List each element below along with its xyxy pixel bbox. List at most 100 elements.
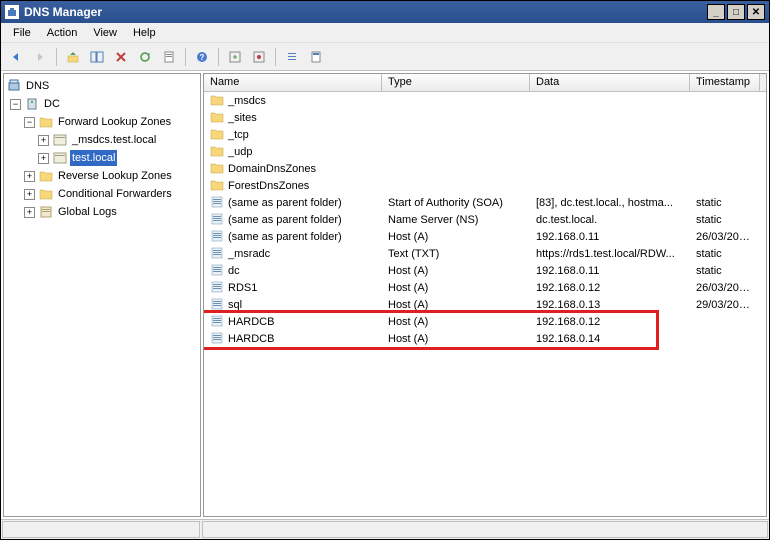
cell-timestamp: static bbox=[690, 248, 760, 260]
tree-pane[interactable]: DNS − DC − Forward Lookup Zones + _msdcs… bbox=[3, 73, 201, 517]
window-title: DNS Manager bbox=[24, 5, 707, 19]
cell-type: Text (TXT) bbox=[382, 248, 530, 260]
folder-icon bbox=[38, 115, 53, 129]
cell-type: Host (A) bbox=[382, 265, 530, 277]
minimize-button[interactable]: _ bbox=[707, 4, 725, 20]
tree-rlz-label: Reverse Lookup Zones bbox=[56, 168, 174, 184]
list-row[interactable]: _tcp bbox=[204, 126, 766, 143]
folder-icon bbox=[210, 145, 225, 159]
cell-type: Host (A) bbox=[382, 333, 530, 345]
cell-timestamp: 26/03/2013 : bbox=[690, 282, 760, 294]
menu-action[interactable]: Action bbox=[39, 25, 86, 41]
list-row[interactable]: (same as parent folder) Name Server (NS)d… bbox=[204, 211, 766, 228]
list-row[interactable]: HARDCBHost (A)192.168.0.12 bbox=[204, 313, 766, 330]
maximize-button[interactable]: □ bbox=[727, 4, 745, 20]
tree-zone2-label: test.local bbox=[70, 150, 117, 166]
cell-name: (same as parent folder) bbox=[228, 197, 342, 209]
app-icon bbox=[5, 5, 19, 19]
tree-cf[interactable]: + Conditional Forwarders bbox=[4, 185, 200, 203]
folder-icon bbox=[210, 162, 225, 176]
expand-icon[interactable]: + bbox=[24, 189, 35, 200]
tree-zone-msdcs[interactable]: + _msdcs.test.local bbox=[4, 131, 200, 149]
cell-name: HARDCB bbox=[228, 333, 274, 345]
collapse-icon[interactable]: − bbox=[24, 117, 35, 128]
tree-server-label: DC bbox=[42, 96, 62, 112]
menu-help[interactable]: Help bbox=[125, 25, 164, 41]
cell-type: Host (A) bbox=[382, 316, 530, 328]
close-button[interactable]: ✕ bbox=[747, 4, 765, 20]
tree-gl[interactable]: + Global Logs bbox=[4, 203, 200, 221]
back-button[interactable] bbox=[5, 46, 27, 68]
expand-icon[interactable]: + bbox=[24, 171, 35, 182]
list-row[interactable]: _sites bbox=[204, 109, 766, 126]
tree-zone-testlocal[interactable]: + test.local bbox=[4, 149, 200, 167]
main-area: DNS − DC − Forward Lookup Zones + _msdcs… bbox=[1, 71, 769, 519]
forward-button[interactable] bbox=[29, 46, 51, 68]
status-cell-left bbox=[2, 521, 200, 538]
expand-icon[interactable]: + bbox=[38, 153, 49, 164]
filter-button[interactable] bbox=[281, 46, 303, 68]
refresh-button[interactable] bbox=[134, 46, 156, 68]
tool-button-1[interactable] bbox=[224, 46, 246, 68]
list-row[interactable]: (same as parent folder)Host (A)192.168.0… bbox=[204, 228, 766, 245]
cell-data: 192.168.0.11 bbox=[530, 231, 690, 243]
list-row[interactable]: HARDCB Host (A)192.168.0.14 bbox=[204, 330, 766, 347]
tree-gl-label: Global Logs bbox=[56, 204, 119, 220]
cell-timestamp: static bbox=[690, 214, 760, 226]
list-row[interactable]: ForestDnsZones bbox=[204, 177, 766, 194]
cell-data: dc.test.local. bbox=[530, 214, 690, 226]
record-icon bbox=[210, 230, 225, 244]
properties-button[interactable] bbox=[305, 46, 327, 68]
export-button[interactable] bbox=[158, 46, 180, 68]
tool-button-2[interactable] bbox=[248, 46, 270, 68]
list-row[interactable]: _msradcText (TXT)https://rds1.test.local… bbox=[204, 245, 766, 262]
zone-icon bbox=[52, 151, 67, 165]
list-row[interactable]: _udp bbox=[204, 143, 766, 160]
cell-name: _tcp bbox=[228, 129, 249, 141]
cell-type: Host (A) bbox=[382, 299, 530, 311]
up-button[interactable] bbox=[62, 46, 84, 68]
expand-icon[interactable]: + bbox=[38, 135, 49, 146]
folder-icon bbox=[210, 128, 225, 142]
help-button[interactable]: ? bbox=[191, 46, 213, 68]
tree-flz[interactable]: − Forward Lookup Zones bbox=[4, 113, 200, 131]
folder-icon bbox=[38, 169, 53, 183]
list-row[interactable]: DomainDnsZones bbox=[204, 160, 766, 177]
list-row[interactable]: _msdcs bbox=[204, 92, 766, 109]
tree-root[interactable]: DNS bbox=[4, 77, 200, 95]
collapse-icon[interactable]: − bbox=[10, 99, 21, 110]
expand-icon[interactable]: + bbox=[24, 207, 35, 218]
cell-name: ForestDnsZones bbox=[228, 180, 309, 192]
list-row[interactable]: RDS1Host (A)192.168.0.1226/03/2013 : bbox=[204, 279, 766, 296]
cell-name: (same as parent folder) bbox=[228, 214, 342, 226]
show-hide-button[interactable] bbox=[86, 46, 108, 68]
status-cell-right bbox=[202, 521, 768, 538]
tree-rlz[interactable]: + Reverse Lookup Zones bbox=[4, 167, 200, 185]
tree-flz-label: Forward Lookup Zones bbox=[56, 114, 173, 130]
cell-name: HARDCB bbox=[228, 316, 274, 328]
col-header-data[interactable]: Data bbox=[530, 74, 690, 91]
toolbar: ? bbox=[1, 43, 769, 71]
col-header-timestamp[interactable]: Timestamp bbox=[690, 74, 760, 91]
tree-server[interactable]: − DC bbox=[4, 95, 200, 113]
separator bbox=[218, 48, 219, 66]
record-icon bbox=[210, 213, 225, 227]
col-header-type[interactable]: Type bbox=[382, 74, 530, 91]
list-row[interactable]: dcHost (A)192.168.0.11static bbox=[204, 262, 766, 279]
menu-view[interactable]: View bbox=[85, 25, 125, 41]
cell-data: [83], dc.test.local., hostma... bbox=[530, 197, 690, 209]
folder-icon bbox=[38, 187, 53, 201]
list-row[interactable]: (same as parent folder)Start of Authorit… bbox=[204, 194, 766, 211]
list-body[interactable]: _msdcs _sites _tcp _udp DomainDnsZones Forest… bbox=[204, 92, 766, 516]
cell-type: Name Server (NS) bbox=[382, 214, 530, 226]
separator bbox=[185, 48, 186, 66]
cell-data: 192.168.0.14 bbox=[530, 333, 690, 345]
cell-name: _msdcs bbox=[228, 95, 266, 107]
col-header-name[interactable]: Name bbox=[204, 74, 382, 91]
cell-timestamp: 29/03/2013 0 bbox=[690, 299, 760, 311]
delete-button[interactable] bbox=[110, 46, 132, 68]
menu-file[interactable]: File bbox=[5, 25, 39, 41]
cell-data: 192.168.0.12 bbox=[530, 282, 690, 294]
list-row[interactable]: sqlHost (A)192.168.0.1329/03/2013 0 bbox=[204, 296, 766, 313]
cell-name: DomainDnsZones bbox=[228, 163, 316, 175]
